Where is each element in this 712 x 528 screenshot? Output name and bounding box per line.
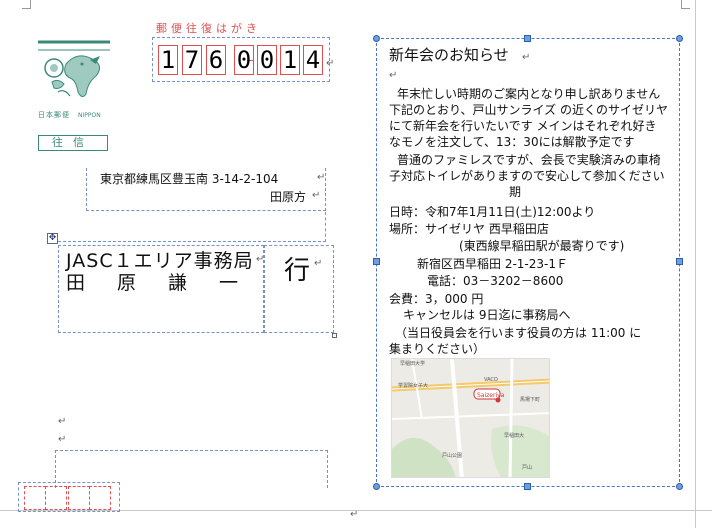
margin-corner-tl (30, 0, 31, 8)
table-move-handle-icon[interactable]: ✥ (47, 233, 58, 244)
paragraph-mark: ↵ (58, 416, 67, 427)
postcard-header: 郵便往復はがき (156, 22, 261, 35)
spacer-frame (58, 212, 326, 242)
notice-line: 下記のとおり、戸山サンライズ の近くのサイゼリヤ (389, 103, 668, 117)
paragraph-mark: ↵ (256, 254, 265, 265)
paragraph-mark: ↵ (317, 172, 326, 183)
notice-line: 普通のファミレスですが、会長で実験済みの車椅 (397, 153, 661, 167)
margin-corner-tr (681, 0, 682, 8)
paragraph-mark: ↵ (312, 190, 321, 201)
notice-address: 新宿区西早稲田 2-1-23-1Ｆ (417, 257, 568, 271)
paragraph-mark: ↵ (522, 52, 531, 63)
notice-title: 新年会のお知らせ (389, 46, 509, 64)
recipient-address: 東京都練馬区豊玉南 3-14-2-104 (100, 172, 279, 186)
map-restaurant-logo: Saizeriya (477, 392, 505, 399)
recipient-care-of: 田原方 (270, 190, 307, 204)
reply-type-label: 往信 (38, 135, 108, 151)
map-label: 馬場下町 (520, 396, 540, 403)
notice-note: （当日役員会を行います役員の方は 11:00 に (395, 326, 642, 340)
stamp-label-en: NIPPON (78, 112, 101, 119)
notice-line: 年末忙しい時期のご案内となり申し訳ありません (397, 87, 661, 101)
notice-line: なモノを注文して、13：30には解散予定です (389, 135, 635, 149)
map-label: 戸山 (522, 464, 532, 471)
resize-handle-ne[interactable] (676, 35, 683, 42)
resize-handle-se[interactable] (676, 483, 683, 490)
table-resize-handle[interactable] (332, 333, 337, 338)
map-graphic: Saizeriya 早稲田大学 学習院女子大 VACO 馬場下町 早稲田大 戸山… (392, 359, 549, 477)
resize-handle-sw[interactable] (373, 483, 380, 490)
map-label: 学習院女子大 (398, 382, 428, 389)
postal-digit: 4 (303, 45, 323, 75)
postal-digit: 1 (280, 45, 300, 75)
margin-corner-tl-h (22, 8, 31, 9)
notice-line: 子対応トイレがありますので安心して参加ください (389, 169, 665, 183)
notice-cancel: キャンセルは 9日迄に事務局へ (403, 308, 571, 322)
resize-handle-w[interactable] (373, 258, 380, 265)
paragraph-mark: ↵ (314, 258, 323, 269)
sender-postal-box (89, 486, 111, 510)
page-edge-right (695, 0, 696, 528)
notice-fee: 会費：3，000 円 (389, 292, 484, 306)
margin-corner-tr-h (681, 8, 690, 9)
sender-postal-box (45, 486, 67, 510)
postal-digit: 6 (206, 45, 226, 75)
resize-handle-e[interactable] (676, 258, 683, 265)
map-label: VACO (484, 377, 498, 383)
recipient-person: 田原謙一 (66, 272, 271, 294)
map-label: 早稲田大学 (400, 360, 425, 367)
stamp-label-jp: 日本郵便 (38, 111, 70, 119)
resize-handle-s[interactable] (524, 483, 531, 490)
sender-postal-box (68, 486, 90, 510)
paragraph-mark: ↵ (389, 70, 398, 81)
notice-line: にて新年会を行いたいです メインはそれぞれ好き (389, 119, 657, 133)
resize-handle-n[interactable] (524, 35, 531, 42)
map-label: 早稲田大 (504, 432, 524, 439)
notice-station: (東西線早稲田駅が最寄りです) (459, 239, 625, 253)
notice-note: 集まりください） (389, 342, 486, 356)
location-map: Saizeriya 早稲田大学 学習院女子大 VACO 馬場下町 早稲田大 戸山… (391, 358, 550, 478)
postal-digit: 1 (158, 45, 178, 75)
dolphin-icon (38, 40, 110, 98)
notice-place: 場所：サイゼリヤ 西早稲田店 (389, 222, 549, 236)
paragraph-mark: ↵ (350, 509, 359, 520)
paragraph-mark: ↵ (326, 58, 335, 69)
notice-phone: 電話：03－3202－8600 (427, 274, 564, 288)
resize-handle-nw[interactable] (373, 35, 380, 42)
postal-digit: 7 (182, 45, 202, 75)
recipient-suffix: 行 (284, 256, 311, 286)
map-label: 戸山公園 (442, 452, 462, 459)
stamp-imprint (38, 38, 110, 108)
sender-postal-box (24, 486, 46, 510)
notice-date: 日時：令和7年1月11日(土)12:00より (389, 205, 596, 219)
postal-digit: 0 (257, 45, 277, 75)
notice-line: 期 (509, 185, 522, 199)
paragraph-mark: ↵ (58, 434, 67, 445)
postal-digit: 0 (234, 45, 254, 75)
